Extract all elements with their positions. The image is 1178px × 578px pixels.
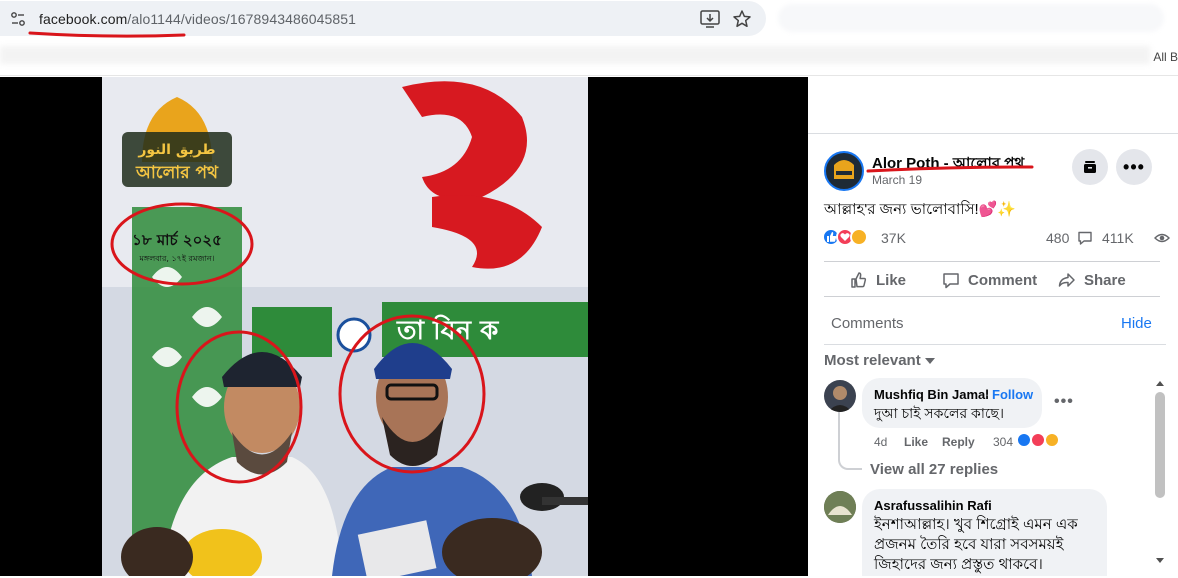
install-app-icon[interactable] [700,10,720,28]
comment-reply-link[interactable]: Reply [942,435,975,449]
comment-label: Comment [968,271,1038,289]
more-dots-icon: ••• [1123,156,1145,177]
save-icon [1084,161,1096,173]
url-path: /alo1144/videos/1678943486045851 [127,11,357,27]
like-label: Like [876,271,907,289]
comment-bubble-icon [1078,231,1092,245]
comment-author[interactable]: Asrafussalihin Rafi [874,498,992,513]
author-separator: · [985,387,990,402]
reply-thread-line [838,412,862,470]
banner-green-text: তা যিন ক [396,314,499,346]
comment-author[interactable]: Mushfiq Bin Jamal [874,387,989,402]
banner-date: ১৮ মার্চ ২০২৫ [132,230,222,249]
reaction-count[interactable]: 37K [881,230,906,246]
thumbs-up-icon [851,272,867,288]
panel-top-area [808,77,1178,134]
page-logo-icon [834,160,854,179]
comment-icon [943,273,959,289]
more-options-button[interactable]: ••• [1116,149,1152,185]
comment-sort-dropdown[interactable]: Most relevant [824,352,921,369]
share-label: Share [1084,271,1126,289]
comments-heading: Comments [831,315,904,332]
reactions-summary[interactable]: 37K 480 411K [822,227,1170,249]
commenter-avatar[interactable] [824,380,856,412]
save-video-button[interactable] [1072,149,1108,185]
browser-toolbar: facebook.com/alo1144/videos/167894348604… [0,0,1178,38]
scroll-up-icon [1156,381,1164,386]
comments-divider [824,344,1166,345]
bookmark-star-icon[interactable] [732,9,752,29]
banner-logo-bengali: আলোর পথ [135,163,219,183]
comment-text-line: জিহাদের জন্য প্রস্তুত থাকবে। [874,556,1043,573]
scroll-down-icon [1156,558,1164,563]
page-avatar[interactable] [824,151,864,191]
chevron-down-icon[interactable] [924,357,936,365]
hide-comments-link[interactable]: Hide [1121,315,1152,332]
post-date[interactable]: March 19 [872,173,922,187]
scrollbar-thumb[interactable] [1155,392,1165,498]
banner-date-sub: মঙ্গলবার, ১৭ই রমজান। [138,254,214,263]
video-still: তা যিন ক طريق النور আলোর পথ ১৮ মার্চ ২০২… [102,77,588,576]
like-button[interactable]: Like [850,262,906,298]
view-count: 411K [1102,230,1134,246]
all-bookmarks-label[interactable]: All B [1153,50,1178,64]
url-text[interactable]: facebook.com/alo1144/videos/167894348604… [39,11,356,27]
banner-logo-arabic: طريق النور [137,142,215,158]
bookmarks-bar: All B [0,38,1178,76]
video-frame[interactable]: তা যিন ক طريق النور আলোর পথ ১৮ মার্চ ২০২… [102,77,588,576]
comment-button[interactable]: Comment [942,262,1037,298]
commenter-avatar[interactable] [824,491,856,523]
blurred-extensions [778,4,1164,32]
post-caption: আল্লাহ'র জন্য ভালোবাসি!💕✨ [824,201,1017,218]
comment-time[interactable]: 4d [874,435,887,449]
eye-icon [1154,233,1170,243]
share-button[interactable]: Share [1058,262,1126,298]
care-reaction-icon [850,228,868,246]
url-host: facebook.com [39,11,128,27]
share-icon [1058,273,1075,287]
comment-like-link[interactable]: Like [904,435,928,449]
comment-reaction-count[interactable]: 304 [993,435,1013,449]
post-actions: Like Comment Share [824,261,1160,297]
comment-text: দুআ চাই সকলের কাছে। [874,405,1005,421]
site-settings-icon[interactable] [10,11,26,27]
care-reaction-icon [1044,432,1060,448]
follow-link[interactable]: Follow [992,387,1033,402]
blurred-bookmarks [0,46,1150,64]
comment-options-icon[interactable]: ••• [1054,393,1074,411]
video-player[interactable]: তা যিন ক طريق النور আলোর পথ ১৮ মার্চ ২০২… [0,77,808,576]
view-replies-link[interactable]: View all 27 replies [870,461,998,478]
comment-count[interactable]: 480 [1046,230,1069,246]
